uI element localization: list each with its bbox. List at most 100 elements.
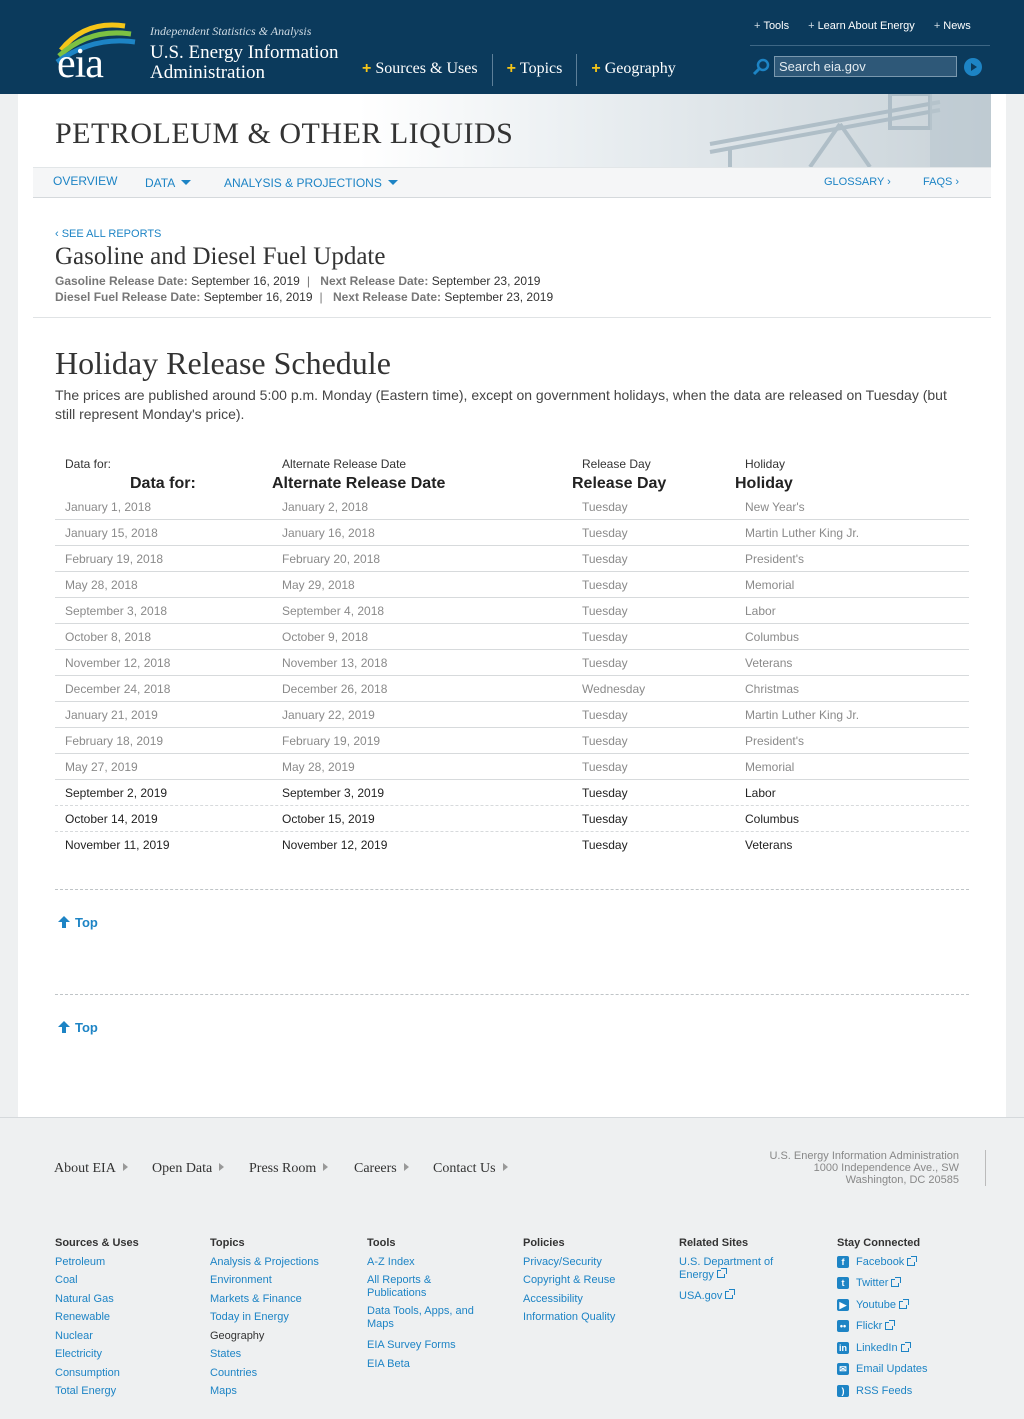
cell-data-for: October 14, 2019 bbox=[65, 812, 158, 826]
subnav-data[interactable]: DATA bbox=[145, 176, 192, 190]
address-divider bbox=[985, 1150, 986, 1186]
footer-divider bbox=[0, 1117, 1024, 1118]
cell-data-for: December 24, 2018 bbox=[65, 682, 171, 696]
cell-alt-release-date: May 29, 2018 bbox=[282, 578, 355, 592]
footer-open-data[interactable]: Open Data bbox=[152, 1161, 225, 1177]
social-link[interactable]: t Twitter bbox=[837, 1274, 928, 1293]
footer-link-external[interactable]: U.S. Department of Energy bbox=[679, 1256, 799, 1282]
footer-link[interactable]: Nuclear bbox=[55, 1327, 139, 1346]
triangle-right-icon bbox=[323, 1163, 329, 1171]
table-row: October 8, 2018 October 9, 2018 Tuesday Col… bbox=[55, 624, 969, 650]
footer-link[interactable]: Today in Energy bbox=[210, 1308, 319, 1327]
cell-release-day: Tuesday bbox=[582, 708, 628, 722]
nav-sources-uses[interactable]: + Sources & Uses bbox=[360, 54, 492, 86]
util-tools[interactable]: + Tools bbox=[754, 20, 789, 32]
cell-alt-release-date: November 12, 2019 bbox=[282, 838, 388, 852]
util-learn-about-energy[interactable]: + Learn About Energy bbox=[808, 20, 915, 32]
search-submit-button[interactable] bbox=[964, 58, 982, 76]
cell-alt-release-date: February 20, 2018 bbox=[282, 552, 381, 566]
plus-icon: + bbox=[754, 20, 761, 32]
cell-release-day: Tuesday bbox=[582, 630, 628, 644]
footer-link[interactable]: All Reports & Publications bbox=[367, 1274, 477, 1300]
social-link[interactable]: ✉ Email Updates bbox=[837, 1360, 928, 1379]
cell-release-day: Tuesday bbox=[582, 760, 628, 774]
nav-topics[interactable]: + Topics bbox=[491, 54, 577, 86]
back-to-top-link[interactable]: Top bbox=[58, 1020, 98, 1035]
nav-geography[interactable]: + Geography bbox=[576, 54, 689, 86]
util-news[interactable]: + News bbox=[934, 20, 971, 32]
col-header-release-day-large: Release Day bbox=[572, 475, 667, 492]
cell-holiday: Columbus bbox=[745, 630, 800, 644]
back-to-top-link[interactable]: Top bbox=[58, 915, 98, 930]
col-header-holiday-large: Holiday bbox=[735, 475, 793, 492]
footer-col-tools: Tools A-Z Index All Reports & Publications… bbox=[367, 1234, 477, 1373]
subnav-faqs[interactable]: FAQS › bbox=[923, 176, 959, 188]
footer-link[interactable]: States bbox=[210, 1345, 319, 1364]
cell-alt-release-date: September 3, 2019 bbox=[282, 786, 385, 800]
social-link[interactable]: •• Flickr bbox=[837, 1317, 928, 1336]
footer-link[interactable]: Maps bbox=[210, 1382, 319, 1401]
social-link[interactable]: f Facebook bbox=[837, 1253, 928, 1272]
footer-link[interactable]: Copyright & Reuse bbox=[523, 1271, 615, 1290]
cell-holiday: Veterans bbox=[745, 656, 793, 670]
footer-link[interactable]: Renewable bbox=[55, 1308, 139, 1327]
footer-link[interactable]: Total Energy bbox=[55, 1382, 139, 1401]
footer-careers[interactable]: Careers bbox=[354, 1161, 409, 1177]
cell-alt-release-date: January 2, 2018 bbox=[282, 500, 369, 514]
cell-data-for: May 27, 2019 bbox=[65, 760, 138, 774]
cell-alt-release-date: October 9, 2018 bbox=[282, 630, 369, 644]
org-name-line2[interactable]: Administration bbox=[150, 62, 265, 84]
footer-link[interactable]: A-Z Index bbox=[367, 1253, 477, 1272]
footer-link[interactable]: Petroleum bbox=[55, 1253, 139, 1272]
subnav-overview[interactable]: OVERVIEW bbox=[53, 174, 117, 188]
cell-data-for: January 1, 2018 bbox=[65, 500, 152, 514]
footer-link[interactable]: Countries bbox=[210, 1364, 319, 1383]
org-name-line1[interactable]: U.S. Energy Information bbox=[150, 42, 339, 64]
footer-link[interactable]: Data Tools, Apps, and Maps bbox=[367, 1305, 477, 1331]
cell-data-for: September 3, 2018 bbox=[65, 604, 168, 618]
footer-link[interactable]: Markets & Finance bbox=[210, 1290, 319, 1309]
footer-contact-us[interactable]: Contact Us bbox=[433, 1161, 508, 1177]
cell-holiday: President's bbox=[745, 552, 804, 566]
subnav-analysis-projections[interactable]: ANALYSIS & PROJECTIONS bbox=[224, 176, 398, 190]
dashed-divider bbox=[55, 994, 969, 995]
footer-col-policies: Policies Privacy/Security Copyright & Reus… bbox=[523, 1234, 615, 1327]
dashed-divider bbox=[55, 889, 969, 890]
col-header-data-for: Data for: bbox=[65, 457, 112, 471]
footer-link[interactable]: Analysis & Projections bbox=[210, 1253, 319, 1272]
cell-release-day: Tuesday bbox=[582, 786, 628, 800]
twitter-icon: t bbox=[837, 1277, 849, 1290]
col-header-release-day: Release Day bbox=[582, 457, 651, 471]
footer-col-heading: Sources & Uses bbox=[55, 1237, 139, 1249]
search-input[interactable] bbox=[774, 56, 957, 77]
cell-data-for: January 21, 2019 bbox=[65, 708, 158, 722]
footer-link-external[interactable]: USA.gov bbox=[679, 1287, 799, 1306]
footer-press-room[interactable]: Press Room bbox=[249, 1161, 329, 1177]
tagline: Independent Statistics & Analysis bbox=[150, 24, 312, 38]
site-header: eia Independent Statistics & Analysis U.… bbox=[0, 0, 1024, 94]
cell-alt-release-date: September 4, 2018 bbox=[282, 604, 385, 618]
footer-link[interactable]: Consumption bbox=[55, 1364, 139, 1383]
footer-link[interactable]: Environment bbox=[210, 1271, 319, 1290]
footer-link[interactable]: Accessibility bbox=[523, 1290, 615, 1309]
footer-about-eia[interactable]: About EIA bbox=[54, 1161, 128, 1177]
subnav-glossary[interactable]: GLOSSARY › bbox=[824, 176, 891, 188]
social-link[interactable]: ) RSS Feeds bbox=[837, 1382, 928, 1401]
cell-data-for: February 19, 2018 bbox=[65, 552, 164, 566]
social-link[interactable]: in LinkedIn bbox=[837, 1339, 928, 1358]
footer-link[interactable]: Electricity bbox=[55, 1345, 139, 1364]
footer-link[interactable]: Information Quality bbox=[523, 1308, 615, 1327]
footer-link[interactable]: Coal bbox=[55, 1271, 139, 1290]
eia-logo-text[interactable]: eia bbox=[57, 40, 104, 88]
footer-link[interactable]: EIA Survey Forms bbox=[367, 1336, 477, 1355]
social-link[interactable]: ▶ Youtube bbox=[837, 1296, 928, 1315]
footer-link[interactable]: Privacy/Security bbox=[523, 1253, 615, 1272]
footer-col-sources-uses: Sources & Uses Petroleum Coal Natural Gas Re… bbox=[55, 1234, 139, 1401]
footer-link[interactable]: EIA Beta bbox=[367, 1355, 477, 1374]
footer-link[interactable]: Natural Gas bbox=[55, 1290, 139, 1309]
cell-data-for: November 11, 2019 bbox=[65, 838, 170, 852]
cell-data-for: May 28, 2018 bbox=[65, 578, 138, 592]
see-all-reports-link[interactable]: ‹ SEE ALL REPORTS bbox=[55, 228, 161, 240]
plus-icon: + bbox=[362, 60, 372, 77]
cell-holiday: President's bbox=[745, 734, 804, 748]
